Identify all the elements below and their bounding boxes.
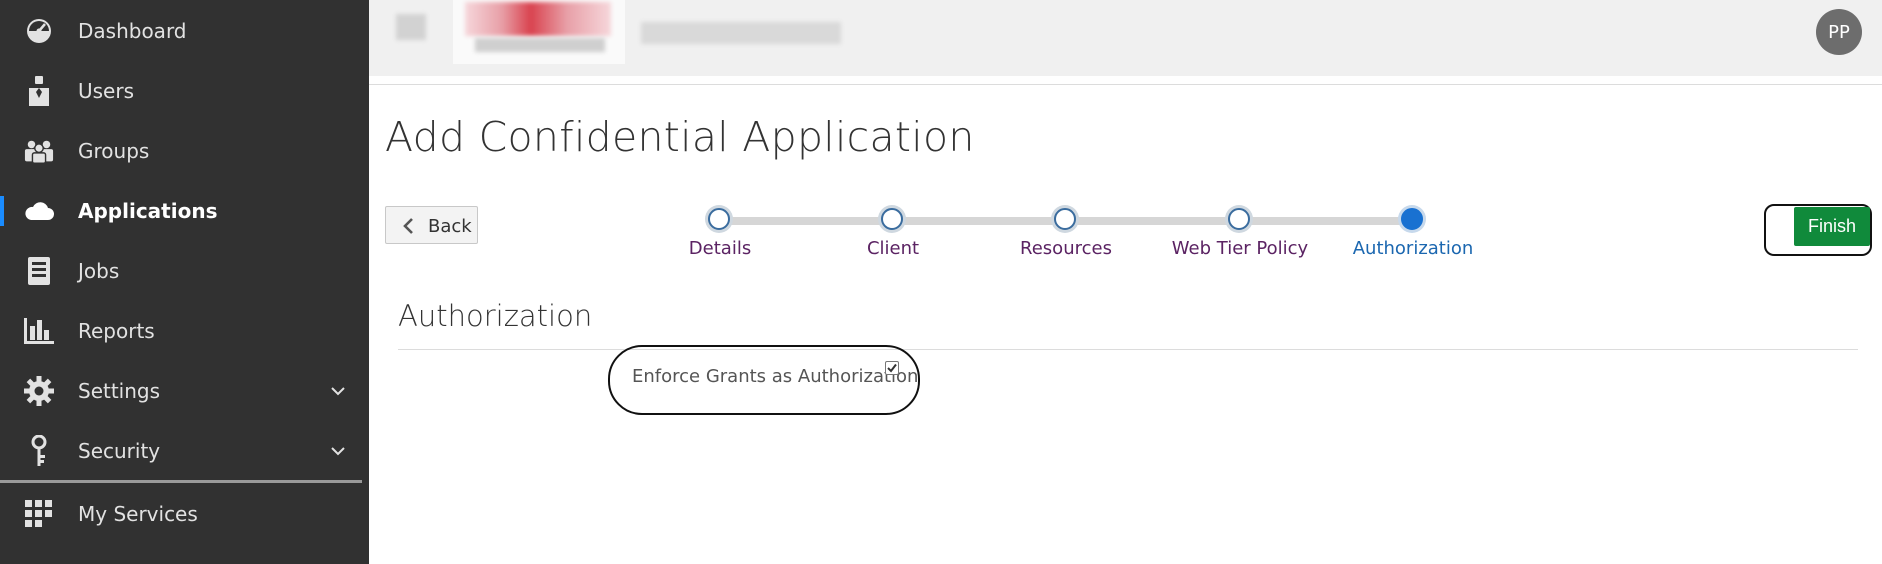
chevron-down-icon	[329, 442, 347, 460]
sidebar-item-label: Reports	[78, 319, 155, 343]
section-title: Authorization	[398, 299, 593, 333]
sidebar-item-label: My Services	[78, 502, 198, 526]
sidebar-item-reports[interactable]: Reports	[0, 303, 369, 359]
header	[369, 0, 1882, 76]
avatar[interactable]: PP	[1816, 9, 1862, 55]
grid-icon	[24, 499, 54, 529]
train-label-authorization[interactable]: Authorization	[1353, 238, 1474, 259]
train-stop-authorization[interactable]	[1401, 208, 1423, 230]
back-button[interactable]: Back	[385, 206, 478, 244]
train-stop-resources[interactable]	[1054, 208, 1076, 230]
brand-logo	[453, 0, 625, 64]
train-stop-details[interactable]	[708, 208, 730, 230]
sidebar-item-applications[interactable]: Applications	[0, 183, 369, 239]
gear-icon	[24, 376, 54, 406]
reports-icon	[24, 316, 54, 346]
sidebar-item-label: Jobs	[78, 259, 120, 283]
chevron-left-icon	[400, 217, 416, 235]
finish-button[interactable]: Finish	[1794, 207, 1870, 246]
train-stop-client[interactable]	[881, 208, 903, 230]
tenant-name	[641, 22, 841, 44]
train-label-resources[interactable]: Resources	[1020, 238, 1112, 259]
dashboard-icon	[24, 16, 54, 46]
user-icon	[24, 76, 54, 106]
sidebar: Dashboard Users Groups Applications Jobs…	[0, 0, 369, 564]
sidebar-item-settings[interactable]: Settings	[0, 363, 369, 419]
chevron-down-icon	[329, 382, 347, 400]
back-button-label: Back	[428, 216, 472, 237]
sidebar-item-security[interactable]: Security	[0, 423, 369, 479]
jobs-icon	[24, 256, 54, 286]
train-label-web-tier-policy[interactable]: Web Tier Policy	[1172, 238, 1308, 259]
key-icon	[24, 435, 54, 466]
sidebar-item-dashboard[interactable]: Dashboard	[0, 3, 369, 59]
sidebar-item-users[interactable]: Users	[0, 63, 369, 119]
sidebar-divider	[0, 480, 362, 483]
section-divider	[398, 349, 1858, 350]
groups-icon	[24, 136, 54, 166]
checkmark-icon	[887, 363, 897, 373]
cloud-icon	[24, 196, 54, 226]
sidebar-item-label: Applications	[78, 199, 218, 223]
enforce-grants-checkbox[interactable]	[885, 361, 899, 375]
sidebar-item-label: Settings	[78, 379, 161, 403]
train-label-client[interactable]: Client	[867, 238, 919, 259]
header-divider	[369, 84, 1882, 85]
train-stop-web-tier-policy[interactable]	[1228, 208, 1250, 230]
sidebar-item-label: Security	[78, 439, 161, 463]
header-menu-placeholder	[396, 14, 426, 40]
sidebar-item-groups[interactable]: Groups	[0, 123, 369, 179]
page-title: Add Confidential Application	[385, 113, 975, 161]
enforce-grants-label: Enforce Grants as Authorization	[632, 366, 919, 387]
train-label-details[interactable]: Details	[689, 238, 751, 259]
sidebar-item-label: Dashboard	[78, 19, 187, 43]
sidebar-item-jobs[interactable]: Jobs	[0, 243, 369, 299]
sidebar-item-label: Users	[78, 79, 135, 103]
sidebar-item-my-services[interactable]: My Services	[0, 486, 369, 542]
sidebar-item-label: Groups	[78, 139, 150, 163]
